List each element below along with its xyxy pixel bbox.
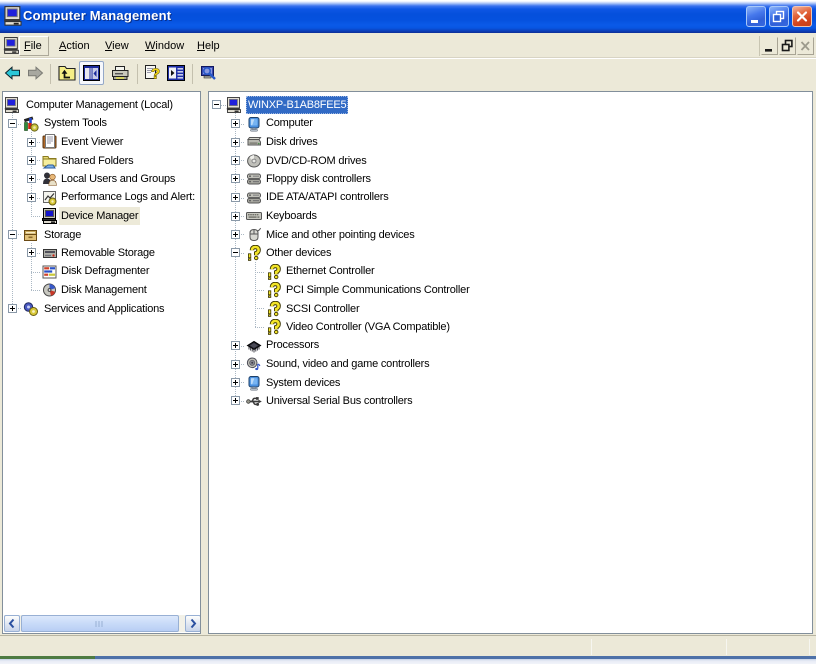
svg-text:?: ? — [151, 66, 160, 83]
